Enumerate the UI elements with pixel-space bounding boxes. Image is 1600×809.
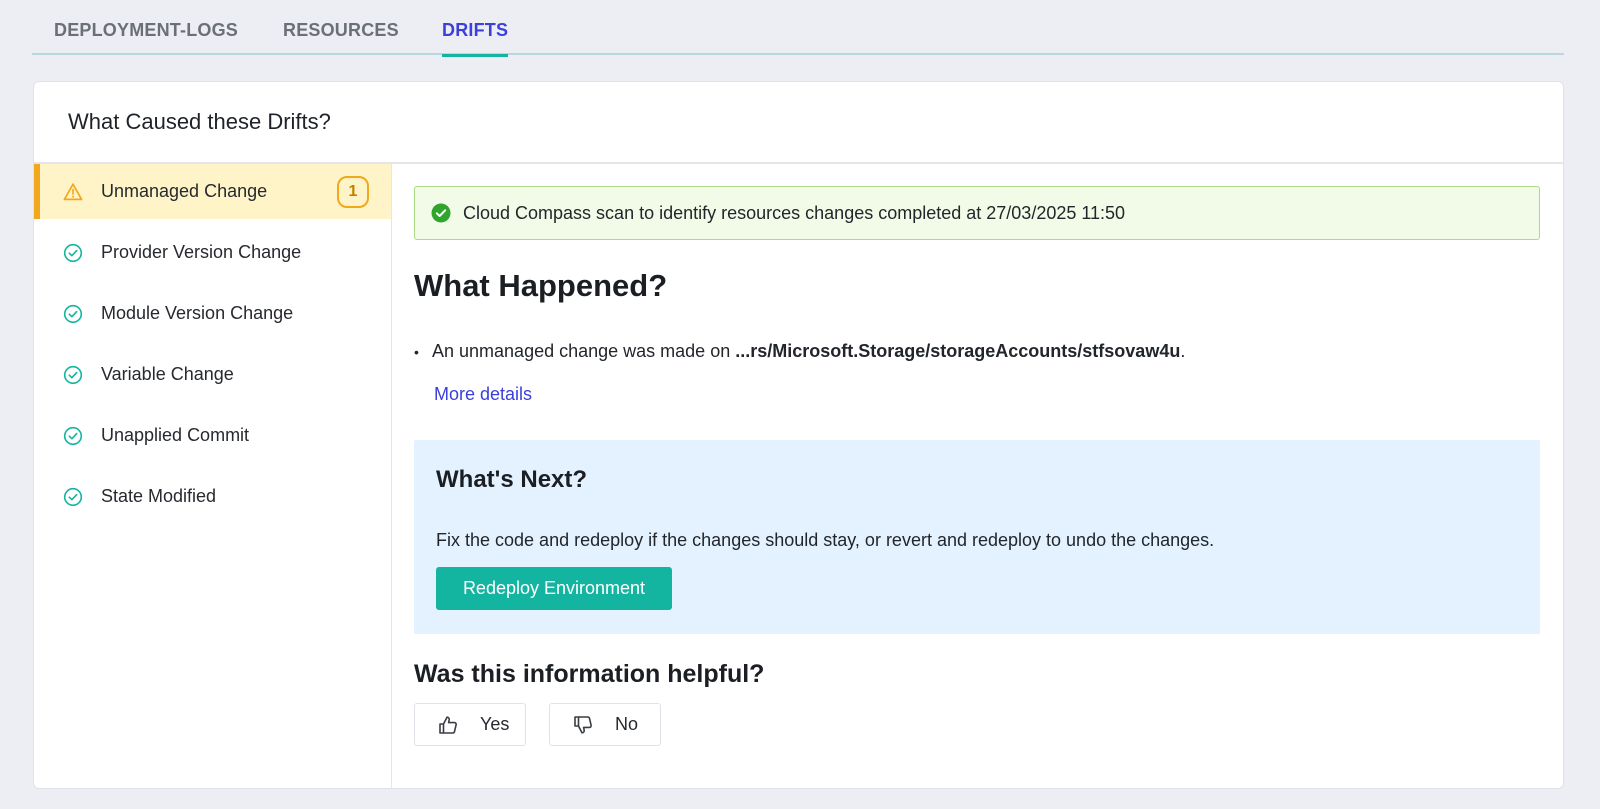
redeploy-environment-button[interactable]: Redeploy Environment (436, 567, 672, 610)
sidebar-item-unapplied-commit[interactable]: Unapplied Commit (34, 408, 391, 463)
sidebar-item-label: Variable Change (101, 364, 234, 384)
tab-resources[interactable]: RESOURCES (283, 20, 399, 55)
feedback-heading: Was this information helpful? (414, 660, 765, 688)
scan-banner-text: Cloud Compass scan to identify resources… (463, 202, 1126, 223)
tab-deployment-logs[interactable]: DEPLOYMENT-LOGS (54, 20, 238, 55)
check-circle-icon (61, 363, 85, 387)
bullet-suffix: . (1180, 341, 1186, 361)
warning-icon (61, 180, 85, 204)
feedback-no-label: No (615, 714, 639, 734)
resource-path: ...rs/Microsoft.Storage/storageAccounts/… (735, 341, 1181, 361)
sidebar-item-module-version-change[interactable]: Module Version Change (34, 286, 391, 341)
feedback-no-button[interactable]: No (549, 703, 661, 746)
sidebar-item-state-modified[interactable]: State Modified (34, 469, 391, 524)
bullet-dot: • (414, 344, 419, 360)
sidebar-item-label: Provider Version Change (101, 242, 302, 262)
sidebar-item-label: Unmanaged Change (101, 181, 268, 201)
sidebar-item-unmanaged-change[interactable]: Unmanaged Change 1 (34, 164, 391, 219)
whats-next-panel: What's Next? Fix the code and redeploy i… (414, 440, 1540, 634)
card-title: What Caused these Drifts? (34, 82, 1563, 164)
tab-drifts[interactable]: DRIFTS (442, 20, 509, 57)
thumbs-up-icon (437, 714, 459, 736)
sidebar-item-label: Module Version Change (101, 303, 294, 323)
check-circle-icon (61, 424, 85, 448)
more-details-link[interactable]: More details (434, 384, 532, 405)
drift-cause-sidebar: Unmanaged Change 1 Provider Version Chan… (34, 164, 392, 788)
drifts-card: What Caused these Drifts? Unmanaged Chan… (33, 81, 1564, 789)
sidebar-item-provider-version-change[interactable]: Provider Version Change (34, 225, 391, 280)
bullet-prefix: An unmanaged change was made on (432, 341, 736, 361)
check-circle-icon (61, 485, 85, 509)
what-happened-heading: What Happened? (414, 268, 668, 303)
scan-complete-banner: Cloud Compass scan to identify resources… (414, 186, 1540, 240)
success-check-icon (431, 203, 451, 223)
count-badge: 1 (337, 176, 369, 208)
whats-next-text: Fix the code and redeploy if the changes… (436, 530, 1215, 550)
whats-next-heading: What's Next? (436, 466, 588, 493)
sidebar-item-label: Unapplied Commit (101, 425, 250, 445)
thumbs-down-icon (572, 714, 594, 736)
sidebar-item-label: State Modified (101, 486, 217, 506)
sidebar-item-variable-change[interactable]: Variable Change (34, 347, 391, 402)
drift-details: Cloud Compass scan to identify resources… (414, 164, 1541, 788)
check-circle-icon (61, 241, 85, 265)
what-happened-bullet: • An unmanaged change was made on ...rs/… (414, 341, 1185, 362)
feedback-yes-label: Yes (480, 714, 510, 734)
tab-bar: DEPLOYMENT-LOGS RESOURCES DRIFTS (32, 0, 1564, 57)
feedback-yes-button[interactable]: Yes (414, 703, 526, 746)
check-circle-icon (61, 302, 85, 326)
